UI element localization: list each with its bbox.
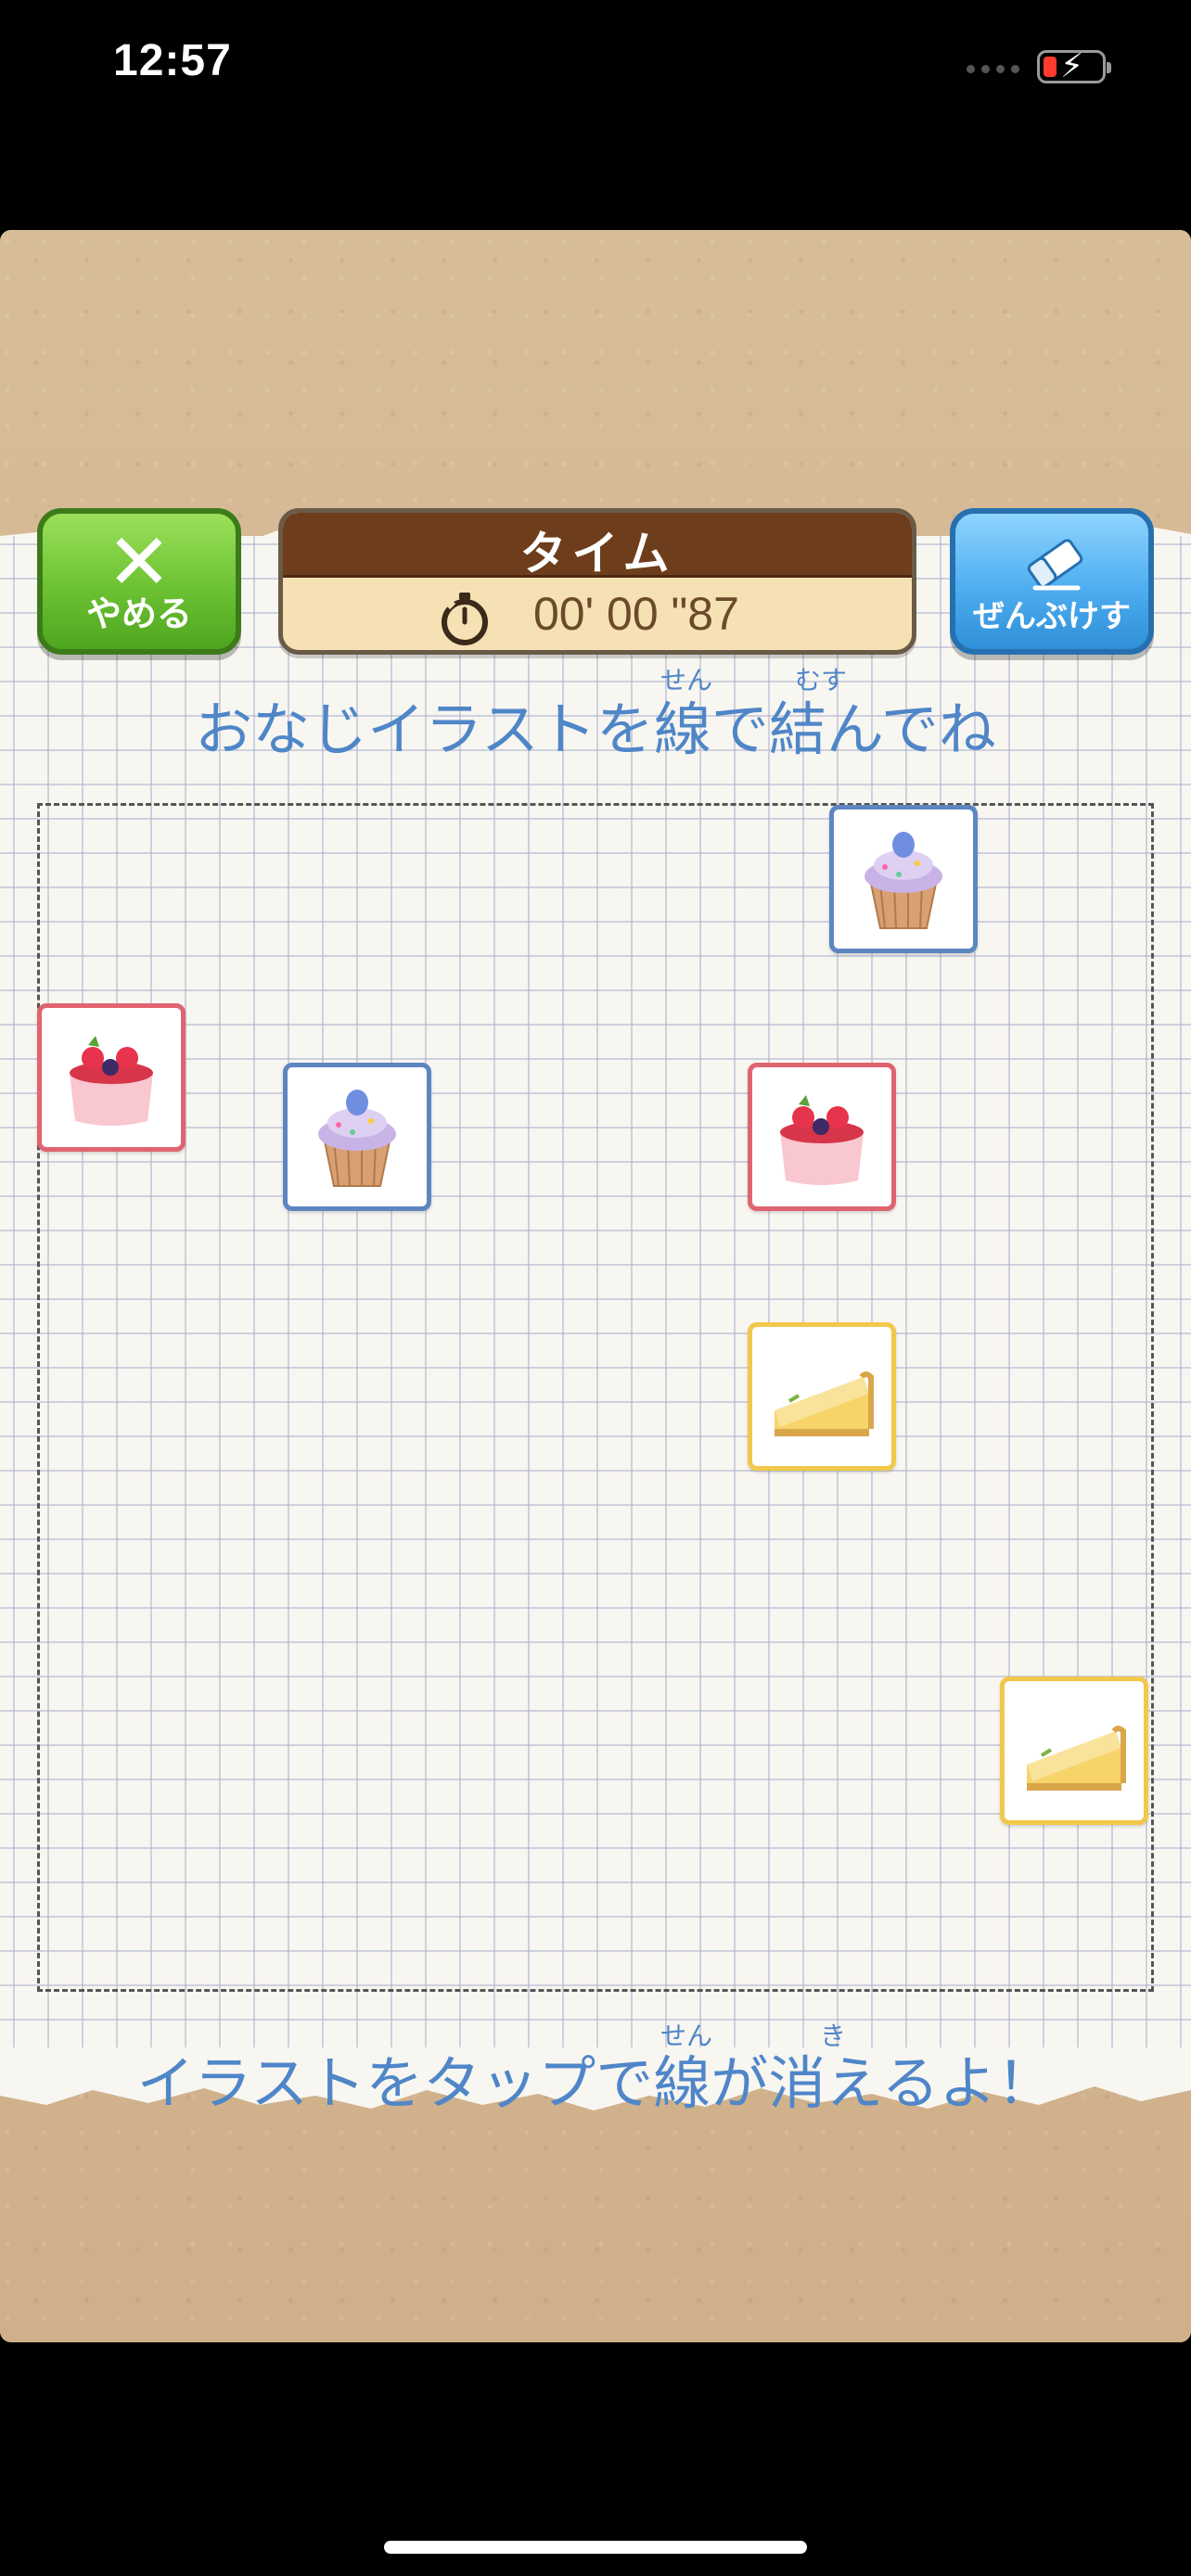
timer-header: タイム [283,513,912,580]
eraser-icon [1027,539,1083,591]
cupcake-icon [318,1090,396,1187]
play-area[interactable] [37,803,1154,1992]
home-indicator[interactable] [384,2541,807,2554]
erase-all-button-label: ぜんぶけす [973,598,1131,635]
instruction-connect: おなじイラストを線で結んでね [195,695,996,763]
battery-icon: ⚡ [1037,50,1111,83]
tile-berry-cake[interactable] [37,1003,186,1152]
signal-icon [967,65,1019,73]
tile-berry-cake[interactable] [748,1063,896,1211]
cheesecake-icon [775,1371,874,1436]
cupcake-icon [864,832,942,929]
tile-cupcake[interactable] [829,805,978,953]
timer-title: タイム [519,527,675,580]
timer-value: 00' 00 "87 [533,588,739,640]
tile-cheesecake[interactable] [1000,1677,1148,1825]
status-time: 12:57 [113,36,232,85]
stopwatch-icon [442,593,488,645]
timer-panel: タイム 00' 00 "87 [278,508,916,655]
tile-cupcake[interactable] [283,1063,431,1211]
game-screen: ✕ やめる タイム 00' 00 "87 ぜんぶけす せん むす おなじイラスト… [0,230,1191,2342]
instruction-tap-to-erase: イラストをタップで線が消えるよ！ [136,2049,1055,2117]
quit-button[interactable]: ✕ やめる [37,508,241,655]
erase-all-button[interactable]: ぜんぶけす [950,508,1154,655]
cheesecake-icon [1027,1726,1126,1791]
status-bar: 12:57 ⚡ [0,0,1191,139]
quit-button-label: やめる [85,593,192,634]
berry-cake-icon [70,1036,153,1126]
berry-cake-icon [780,1095,864,1185]
tile-cheesecake[interactable] [748,1322,896,1471]
